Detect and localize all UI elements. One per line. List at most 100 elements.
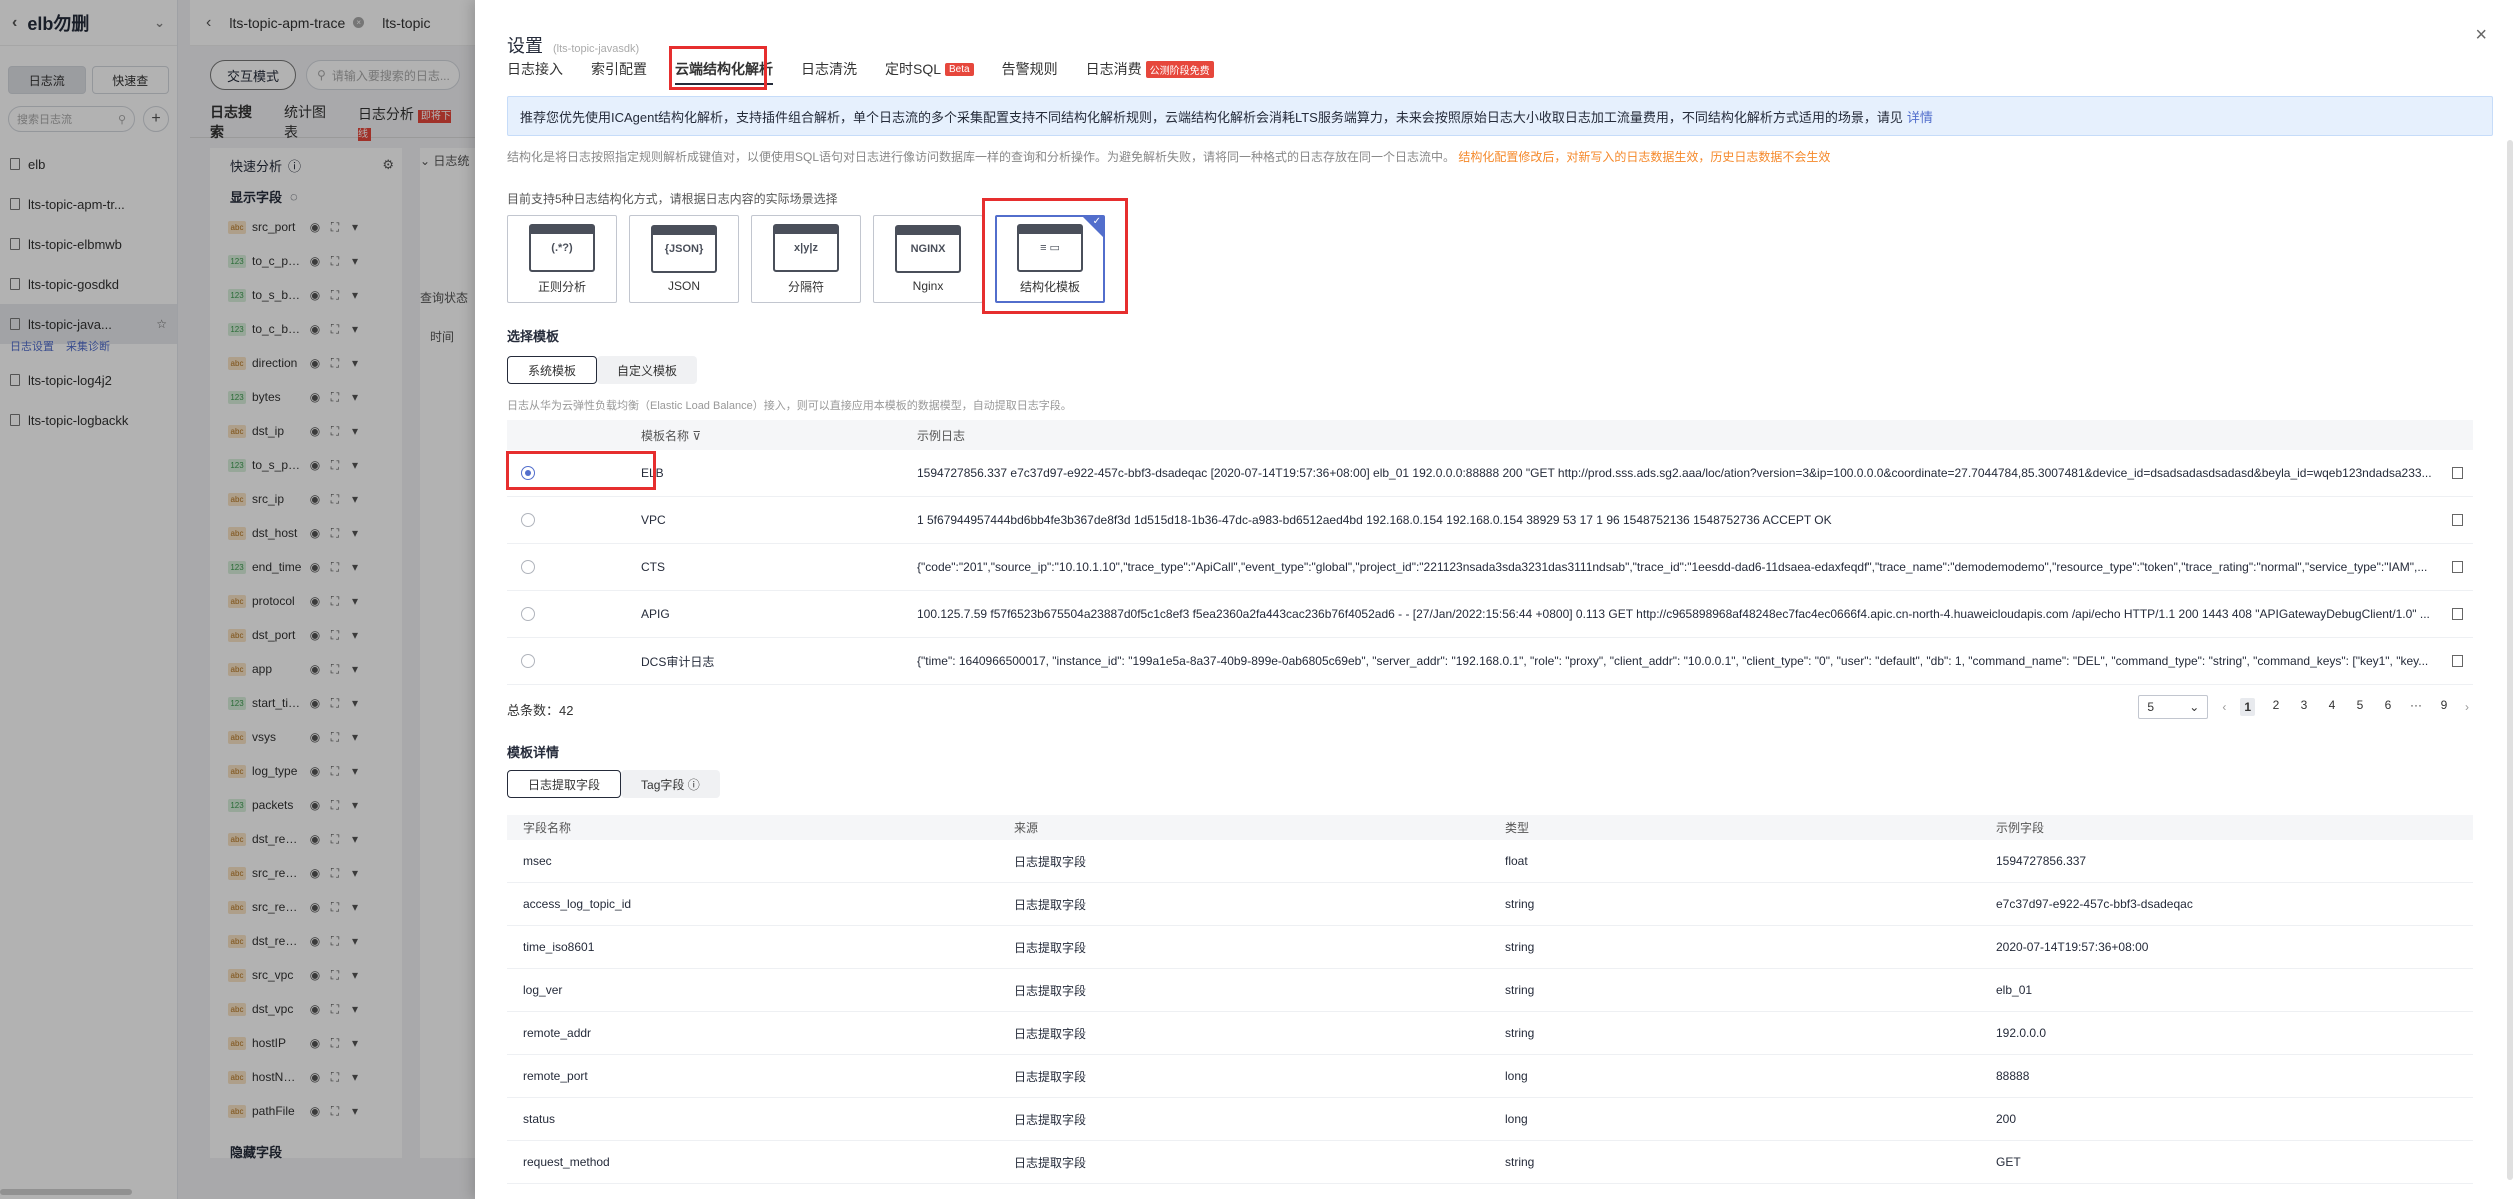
template-name-header[interactable]: 模板名称 ⊽ [627, 427, 903, 444]
page-number[interactable]: 4 [2325, 698, 2339, 716]
template-description: 日志从华为云弹性负载均衡（Elastic Load Balance）接入，则可以… [507, 400, 1072, 412]
radio-cell [507, 560, 627, 575]
field-sample: 2020-07-14T19:57:36+08:00 [1996, 940, 2149, 954]
field-sample: GET [1996, 1155, 2021, 1169]
next-page-icon[interactable]: › [2465, 700, 2469, 714]
method-icon: {JSON} [651, 225, 717, 273]
highlight-box [982, 198, 1128, 314]
field-source: 日志提取字段 [1014, 897, 1087, 912]
copy-icon[interactable] [2452, 514, 2463, 526]
field-type: string [1505, 897, 1535, 911]
copy-icon[interactable] [2452, 655, 2463, 667]
page-number[interactable]: 5 [2353, 698, 2367, 716]
settings-tab[interactable]: 日志消费 公测阶段免费 [1086, 59, 1214, 79]
tab-badge: Beta [945, 62, 974, 76]
copy-icon[interactable] [2452, 608, 2463, 620]
settings-tab[interactable]: 日志接入 [507, 59, 563, 79]
method-label: 分隔符 [787, 279, 824, 294]
drawer-subtitle: (lts-topic-javasdk) [553, 43, 640, 55]
page-number[interactable]: ··· [2409, 698, 2423, 716]
template-row[interactable]: APIG 100.125.7.59 f57f6523b675504a23887d0… [507, 591, 2473, 638]
tab-custom-template[interactable]: 自定义模板 [597, 356, 698, 384]
template-radio[interactable] [521, 654, 535, 669]
template-row[interactable]: DCS审计日志 {"time": 1640966500017, "instance… [507, 638, 2473, 685]
settings-tab-label: 日志接入 [507, 61, 563, 77]
page-number[interactable]: 3 [2297, 698, 2311, 716]
template-radio[interactable] [521, 607, 535, 622]
method-card[interactable]: {JSON} JSON [629, 215, 739, 303]
drawer-title: 设置 [507, 36, 543, 56]
select-template-title: 选择模板 [507, 329, 560, 344]
template-detail-title: 模板详情 [507, 745, 560, 760]
field-source: 日志提取字段 [1014, 854, 1087, 869]
field-source: 日志提取字段 [1014, 983, 1087, 998]
sample-log: {"time": 1640966500017, "instance_id": "… [917, 654, 2429, 668]
field-source: 日志提取字段 [1014, 1155, 1087, 1170]
field-type: string [1505, 1026, 1535, 1040]
sample-field-header: 示例字段 [1996, 821, 2045, 835]
modal-overlay[interactable] [0, 0, 475, 1199]
method-icon: x|y|z [773, 223, 839, 272]
settings-tab[interactable]: 定时SQL Beta [885, 59, 974, 79]
highlight-box [669, 46, 767, 90]
sample-log-cell: {"code":"201","source_ip":"10.10.1.10","… [903, 560, 2473, 574]
field-type: string [1505, 940, 1535, 954]
template-name: DCS审计日志 [641, 654, 715, 669]
sample-log-cell: 100.125.7.59 f57f6523b675504a23887d0f5c1… [903, 607, 2473, 621]
copy-icon[interactable] [2452, 467, 2463, 479]
tab-system-template[interactable]: 系统模板 [507, 356, 598, 384]
field-source: 日志提取字段 [1014, 1026, 1087, 1041]
field-type: long [1505, 1112, 1528, 1126]
template-name: CTS [641, 560, 665, 574]
method-card[interactable]: (.*?) 正则分析 [507, 215, 617, 303]
radio-cell [507, 607, 627, 622]
page-number[interactable]: 2 [2269, 698, 2283, 716]
field-name: msec [523, 854, 552, 868]
settings-tab[interactable]: 索引配置 [591, 59, 647, 79]
field-name-header: 字段名称 [523, 821, 572, 835]
method-card[interactable]: x|y|z 分隔符 [751, 215, 861, 303]
template-row[interactable]: VPC 1 5f67944957444bd6bb4fe3b367de8f3d 1d… [507, 497, 2473, 544]
template-row[interactable]: CTS {"code":"201","source_ip":"10.10.1.10… [507, 544, 2473, 591]
copy-icon[interactable] [2452, 561, 2463, 573]
methods-intro: 目前支持5种日志结构化方式，请根据日志内容的实际场景选择 [507, 192, 838, 206]
page-number[interactable]: 1 [2240, 698, 2255, 716]
sample-log: {"code":"201","source_ip":"10.10.1.10","… [917, 560, 2428, 574]
tab-badge: 公测阶段免费 [1145, 60, 1214, 78]
field-type: long [1505, 1069, 1528, 1083]
table-row: status 日志提取字段 long 200 [507, 1098, 2473, 1141]
template-name: ELB [641, 466, 664, 480]
help-icon[interactable]: ⓘ [688, 776, 700, 793]
settings-tab[interactable]: 告警规则 [1002, 59, 1058, 79]
settings-tab-label: 日志清洗 [801, 61, 857, 77]
template-radio[interactable] [521, 513, 535, 528]
template-radio[interactable] [521, 560, 535, 575]
method-card[interactable]: NGINX Nginx [873, 215, 983, 303]
close-icon[interactable]: × [2475, 24, 2487, 47]
template-row[interactable]: ELB 1594727856.337 e7c37d97-e922-457c-bbf… [507, 450, 2473, 497]
sample-log: 100.125.7.59 f57f6523b675504a23887d0f5c1… [917, 607, 2430, 621]
filter-icon[interactable]: ⊽ [692, 429, 701, 443]
table-row: remote_addr 日志提取字段 string 192.0.0.0 [507, 1012, 2473, 1055]
field-name: remote_port [523, 1069, 588, 1083]
sample-log: 1594727856.337 e7c37d97-e922-457c-bbf3-d… [917, 466, 2432, 480]
tab-extracted-fields[interactable]: 日志提取字段 [507, 770, 622, 798]
settings-tab-label: 告警规则 [1001, 61, 1058, 77]
template-table: 模板名称 ⊽ 示例日志 ELB 1594727856.337 e7c37d97-e… [507, 420, 2473, 685]
structuring-notice: 结构化是将日志按照指定规则解析成键值对，以便使用SQL语句对日志进行像访问数据库… [507, 148, 1830, 165]
tab-tag-fields[interactable]: Tag字段 ⓘ [621, 770, 720, 798]
vertical-scrollbar[interactable] [2507, 140, 2513, 1180]
field-name: status [523, 1112, 556, 1126]
total-count: 总条数：42 [507, 703, 574, 718]
page-number[interactable]: 6 [2381, 698, 2395, 716]
field-sample: elb_01 [1996, 983, 2033, 997]
page-number[interactable]: 9 [2437, 698, 2451, 716]
pagination: 5 ⌄ ‹ 1 2 3 4 5 6 ··· 9 › [2138, 695, 2469, 719]
banner-details-link[interactable]: 详情 [1907, 107, 1933, 126]
settings-tab[interactable]: 日志清洗 [801, 59, 857, 79]
page-size-value: 5 [2147, 700, 2154, 714]
prev-page-icon[interactable]: ‹ [2222, 700, 2226, 714]
radio-cell [507, 654, 627, 669]
page-size-select[interactable]: 5 ⌄ [2138, 695, 2209, 719]
template-name: APIG [641, 607, 670, 621]
